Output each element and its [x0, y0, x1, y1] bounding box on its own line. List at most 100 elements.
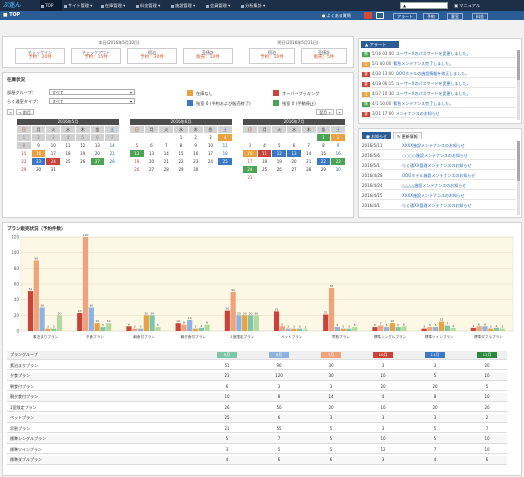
calendar-day[interactable]: 5 [130, 142, 144, 149]
news-title[interactable]: OOOホテル施設メンテナンスのお知らせ [402, 173, 475, 178]
news-title[interactable]: らく通XX管理メンテナンスのお知らせ [402, 203, 471, 208]
summary-tomorrow-sales[interactable]: 売値計 販売：5件 [301, 48, 347, 64]
calendar-day[interactable]: 22 [17, 158, 31, 165]
calendar-day[interactable]: 8 [316, 142, 331, 149]
calendar-day[interactable]: 7 [105, 134, 119, 141]
calendar-day[interactable]: 19 [130, 158, 144, 165]
news-row[interactable]: 2016/5/1 らく通XX管理メンテナンスのお知らせ [362, 162, 516, 170]
calendar-day[interactable]: 21 [301, 158, 316, 165]
nav-facility[interactable]: 施設管理 ▾ [170, 0, 204, 11]
calendar-day[interactable]: 2 [31, 134, 46, 141]
calendar-day[interactable]: 18 [257, 158, 272, 165]
alert-scrollbar[interactable] [517, 50, 520, 120]
calendar-day[interactable]: 16 [331, 150, 345, 157]
calendar-day[interactable]: 11 [61, 142, 75, 149]
alert-button[interactable]: アラート [393, 13, 417, 20]
alert-row[interactable]: 重 3/31 17:00 メンテナンスのお知らせ [362, 110, 516, 118]
calendar-day[interactable]: 1 [316, 134, 331, 141]
calendar-day[interactable]: 28 [105, 158, 119, 165]
calendar-day[interactable]: 14 [159, 150, 174, 157]
nav-analytics[interactable]: 分析集計 ▾ [240, 0, 274, 11]
news-row[interactable]: 2016/5/6 ○○○○施設メンテナンスのお知らせ [362, 152, 516, 160]
summary-sales[interactable]: 売値計 販売：10件 [183, 48, 233, 64]
group-select[interactable]: すべて ▾ [49, 89, 135, 95]
next-month-button[interactable]: 翌月 » [316, 109, 334, 115]
tab-news[interactable]: ■ お知らせ [362, 132, 391, 139]
calendar-day[interactable]: 26 [75, 158, 90, 165]
calendar-day[interactable]: 1 [174, 134, 188, 141]
nav-top[interactable]: TOP [40, 0, 62, 11]
reserve-button[interactable]: 予約 [423, 13, 439, 20]
calendar-day[interactable]: 18 [218, 150, 232, 157]
calendar-day[interactable]: 3 [243, 142, 257, 149]
calendar-day[interactable]: 8 [17, 142, 31, 149]
summary-tomorrow-stay[interactable]: 宿泊 予約：10件 [249, 48, 295, 64]
calendar-day[interactable]: 4 [61, 134, 75, 141]
nav-price[interactable]: 料金管理 ▾ [135, 0, 169, 11]
last-month-button[interactable]: » [336, 109, 343, 115]
news-title[interactable]: らく通XX管理メンテナンスのお知らせ [402, 163, 471, 168]
calendar-day[interactable]: 21 [159, 158, 174, 165]
calendar-day[interactable]: 23 [188, 158, 203, 165]
calendar-day[interactable]: 29 [316, 166, 331, 173]
calendar-day[interactable]: 28 [159, 166, 174, 173]
type-select[interactable]: すべて ▾ [49, 98, 135, 104]
summary-checkin[interactable]: チェックイン 予約：20件 [15, 48, 65, 64]
calendar-day[interactable]: 5 [272, 142, 287, 149]
room-button[interactable]: 客室 [447, 13, 463, 20]
calendar-day[interactable]: 30 [331, 166, 345, 173]
notice-flag-icon[interactable] [364, 12, 372, 19]
calendar-day[interactable]: 25 [61, 158, 75, 165]
calendar-day[interactable]: 24 [46, 158, 61, 165]
summary-checkout[interactable]: チェックアウト 予約：15件 [71, 48, 121, 64]
alert-row[interactable]: 注 4/17 10:30 ユーザーXのパスワードを変更しました。 [362, 90, 516, 98]
alert-row[interactable]: 情 4/1 10:00 緊急メンテナンス完了しました。 [362, 100, 516, 108]
news-scroll-thumb[interactable] [517, 141, 520, 181]
calendar-day[interactable]: 22 [316, 158, 331, 165]
prev-month-button[interactable]: « 前月 [16, 109, 34, 115]
calendar-day[interactable]: 16 [31, 150, 46, 157]
nav-site[interactable]: サイト管理 ▾ [63, 0, 99, 11]
manual-link[interactable]: ▣ マニュアル [454, 1, 480, 10]
calendar-day[interactable]: 15 [174, 150, 188, 157]
news-row[interactable]: 2016/4/1 らく通XX管理メンテナンスのお知らせ [362, 202, 516, 210]
summary-stay[interactable]: 宿泊 予約：30件 [127, 48, 177, 64]
calendar-day[interactable]: 12 [75, 142, 90, 149]
calendar-day[interactable]: 29 [17, 166, 31, 173]
calendar-day[interactable]: 9 [331, 142, 345, 149]
user-select[interactable]: ▲ [400, 2, 448, 9]
calendar-day[interactable]: 31 [46, 166, 61, 173]
alert-row[interactable]: 重 4/18 06:15 ユーザーXのパスワードを変更しました。 [362, 80, 516, 88]
calendar-day[interactable]: 31 [243, 174, 257, 181]
calendar-day[interactable]: 6 [90, 134, 105, 141]
calendar-day[interactable]: 2 [188, 134, 203, 141]
calendar-day[interactable]: 4 [257, 142, 272, 149]
calendar-day[interactable]: 30 [31, 166, 46, 173]
calendar-day[interactable]: 7 [301, 142, 316, 149]
calendar-day[interactable]: 11 [218, 142, 232, 149]
news-row[interactable]: 2016/5/11 XXXX施設メンテナンスのお知らせ [362, 142, 516, 150]
calendar-day[interactable]: 13 [90, 142, 105, 149]
calendar-day[interactable]: 15 [17, 150, 31, 157]
news-row[interactable]: 2016/4/28 OOOホテル施設メンテナンスのお知らせ [362, 172, 516, 180]
calendar-day[interactable]: 11 [257, 150, 272, 157]
calendar-day[interactable]: 17 [46, 150, 61, 157]
calendar-day[interactable]: 26 [130, 166, 144, 173]
calendar-day[interactable]: 18 [61, 150, 75, 157]
alert-message[interactable]: 緊急メンテナンス完了しました。 [393, 61, 453, 66]
calendar-day[interactable]: 2 [331, 134, 345, 141]
alert-message[interactable]: メンテナンスのお知らせ [396, 111, 440, 116]
calendar-day[interactable]: 23 [331, 158, 345, 165]
calendar-day[interactable]: 20 [287, 158, 301, 165]
calendar-day[interactable]: 27 [144, 166, 159, 173]
calendar-day[interactable]: 16 [188, 150, 203, 157]
alert-message[interactable]: 緊急メンテナンス完了しました。 [393, 101, 453, 106]
calendar-day[interactable]: 17 [243, 158, 257, 165]
calendar-day[interactable]: 19 [75, 150, 90, 157]
calendar-day[interactable]: 17 [203, 150, 218, 157]
calendar-day[interactable]: 30 [188, 166, 203, 173]
calendar-day[interactable]: 9 [188, 142, 203, 149]
calendar-day[interactable]: 20 [144, 158, 159, 165]
news-title[interactable]: ○○○○施設メンテナンスのお知らせ [402, 153, 468, 158]
news-row[interactable]: 2016/4/15 XXXX施設メンテナンスのお知らせ [362, 192, 516, 200]
